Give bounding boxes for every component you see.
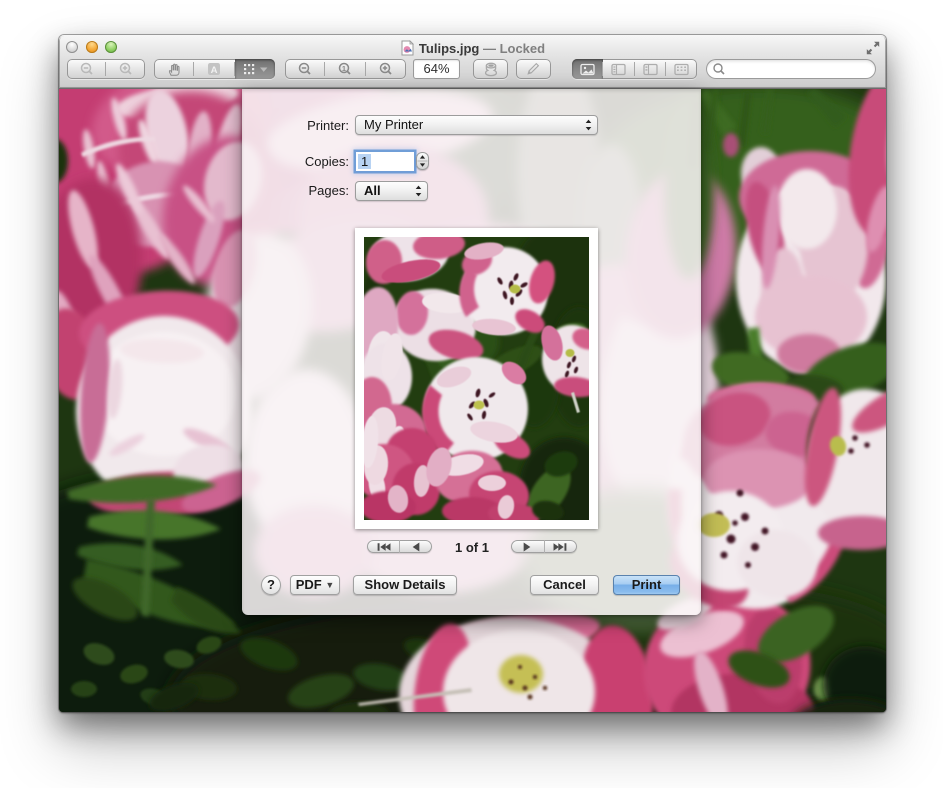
svg-text:1: 1: [342, 64, 346, 73]
svg-text:A: A: [211, 65, 218, 76]
